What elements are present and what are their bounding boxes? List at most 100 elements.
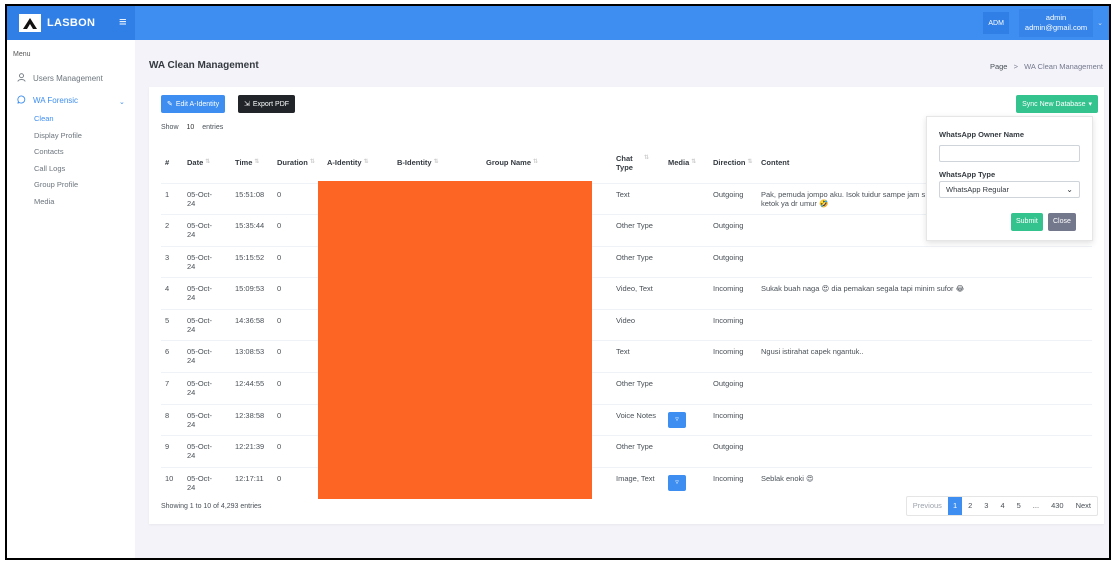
- chevron-down-icon[interactable]: ⌄: [1097, 19, 1103, 27]
- cell-duration: 0: [273, 466, 323, 499]
- header-label: Duration: [277, 158, 308, 168]
- breadcrumb-current: WA Clean Management: [1024, 62, 1103, 71]
- cell-time: 15:15:52: [231, 245, 273, 278]
- cell-duration: 0: [273, 372, 323, 405]
- cell-date: 05-Oct-24: [183, 277, 231, 310]
- export-icon: ⇲: [244, 101, 250, 108]
- sidebar-subitem-clean[interactable]: Clean: [34, 114, 54, 123]
- column-header-date[interactable]: Date ⇅: [183, 143, 231, 183]
- pagination: Previous 1 2 3 4 5 ... 430 Next: [905, 496, 1098, 516]
- sidebar-item-users-management[interactable]: Users Management: [17, 73, 103, 84]
- column-header-b-identity[interactable]: B-Identity ⇅: [393, 143, 482, 183]
- date-value: 05-Oct-24: [187, 473, 213, 492]
- header-label: Direction: [713, 158, 746, 168]
- sidebar-item-wa-forensic[interactable]: WA Forensic: [17, 95, 78, 106]
- cell-number: 9: [161, 435, 183, 468]
- chevron-down-icon[interactable]: ⌄: [119, 98, 125, 106]
- cell-direction: Outgoing: [709, 214, 757, 247]
- entries-show-label: Show: [161, 124, 179, 131]
- menu-toggle-icon[interactable]: ≡: [119, 15, 127, 28]
- cell-content: Sukak buah naga 😍 dia pemakan segala tap…: [757, 277, 1092, 310]
- pagination-page-430[interactable]: 430: [1045, 497, 1070, 515]
- header-label: Media: [668, 158, 690, 168]
- export-pdf-button[interactable]: ⇲ Export PDF: [238, 95, 296, 113]
- cell-duration: 0: [273, 308, 323, 341]
- sort-icon: ⇅: [363, 159, 369, 166]
- cell-media: [664, 182, 709, 215]
- pagination-page-1[interactable]: 1: [947, 497, 963, 515]
- whatsapp-type-select[interactable]: WhatsApp Regular ⌄: [939, 181, 1080, 198]
- table-row[interactable]: 6 05-Oct-24 13:08:53 0 Text Incoming Ngu…: [161, 340, 1092, 373]
- sync-new-database-button[interactable]: Sync New Database ▾: [1016, 95, 1098, 113]
- pagination-page-5[interactable]: 5: [1011, 497, 1027, 515]
- user-badge[interactable]: ADM: [983, 12, 1009, 34]
- cell-direction: Incoming: [709, 340, 757, 373]
- owner-name-input[interactable]: [939, 145, 1080, 162]
- table-row[interactable]: 9 05-Oct-24 12:21:39 0 Other Type Outgoi…: [161, 435, 1092, 468]
- header-label: Time: [235, 158, 253, 168]
- media-dropdown-button[interactable]: ▿: [668, 411, 686, 428]
- edit-a-identity-button[interactable]: ✎ Edit A-Identity: [161, 95, 226, 113]
- cell-media: [664, 245, 709, 278]
- edit-icon: ✎: [167, 101, 173, 108]
- table-row[interactable]: 8 05-Oct-24 12:38:58 0 Voice Notes ▿ Inc…: [161, 403, 1092, 436]
- cell-media: ▿: [664, 403, 709, 436]
- column-header-number[interactable]: #: [161, 143, 183, 183]
- user-menu[interactable]: admin admin@gmail.com: [1018, 9, 1094, 37]
- entries-length-control: Show 10 entries: [161, 124, 223, 131]
- submit-button[interactable]: Submit: [1011, 213, 1043, 231]
- entries-select[interactable]: 10: [186, 124, 194, 131]
- column-header-media[interactable]: Media ⇅: [664, 143, 709, 183]
- date-value: 05-Oct-24: [187, 442, 213, 461]
- cell-number: 7: [161, 372, 183, 405]
- pagination-page-2[interactable]: 2: [962, 497, 978, 515]
- close-button[interactable]: Close: [1048, 213, 1076, 231]
- media-dropdown-button[interactable]: ▿: [668, 474, 686, 491]
- header-label: Content: [761, 158, 790, 168]
- cell-direction: Outgoing: [709, 372, 757, 405]
- sort-icon: ⇅: [205, 159, 211, 166]
- pagination-page-4[interactable]: 4: [994, 497, 1010, 515]
- cell-time: 12:38:58: [231, 403, 273, 436]
- table-row[interactable]: 5 05-Oct-24 14:36:58 0 Video Incoming: [161, 308, 1092, 341]
- column-header-duration[interactable]: Duration ⇅: [273, 143, 323, 183]
- pagination-previous[interactable]: Previous: [907, 497, 948, 515]
- date-value: 05-Oct-24: [187, 252, 213, 271]
- pagination-next[interactable]: Next: [1070, 497, 1097, 515]
- cell-time: 15:35:44: [231, 214, 273, 247]
- sidebar-subitem-media[interactable]: Media: [34, 197, 54, 206]
- sidebar-subitem-call-logs[interactable]: Call Logs: [34, 164, 65, 173]
- user-area: ADM admin admin@gmail.com ⌄: [983, 6, 1109, 40]
- cell-content: [757, 435, 1092, 468]
- sort-icon: ⇅: [691, 159, 697, 166]
- column-header-direction[interactable]: Direction ⇅: [709, 143, 757, 183]
- cell-time: 15:09:53: [231, 277, 273, 310]
- cell-media: [664, 277, 709, 310]
- cell-duration: 0: [273, 245, 323, 278]
- column-header-group-name[interactable]: Group Name ⇅: [482, 143, 612, 183]
- table-row[interactable]: 3 05-Oct-24 15:15:52 0 Other Type Outgoi…: [161, 245, 1092, 278]
- table-row[interactable]: 4 05-Oct-24 15:09:53 0 Video, Text Incom…: [161, 277, 1092, 310]
- sidebar-subitem-display-profile[interactable]: Display Profile: [34, 131, 82, 140]
- sort-icon: ⇅: [644, 154, 650, 161]
- cell-chat-type: Text: [612, 340, 664, 373]
- column-header-time[interactable]: Time ⇅: [231, 143, 273, 183]
- date-value: 05-Oct-24: [187, 189, 213, 208]
- table-row[interactable]: 7 05-Oct-24 12:44:55 0 Other Type Outgoi…: [161, 372, 1092, 405]
- brand[interactable]: LASBON: [7, 6, 135, 40]
- sidebar-subitem-contacts[interactable]: Contacts: [34, 147, 64, 156]
- sidebar-subitem-group-profile[interactable]: Group Profile: [34, 180, 78, 189]
- cell-date: 05-Oct-24: [183, 182, 231, 215]
- column-header-a-identity[interactable]: A-Identity ⇅: [323, 143, 393, 183]
- cell-chat-type: Video: [612, 308, 664, 341]
- column-header-chat-type[interactable]: Chat Type ⇅: [612, 143, 664, 183]
- pagination-page-3[interactable]: 3: [978, 497, 994, 515]
- table-row[interactable]: 10 05-Oct-24 12:17:11 0 Image, Text ▿ In…: [161, 466, 1092, 499]
- cell-time: 12:21:39: [231, 435, 273, 468]
- cell-number: 2: [161, 214, 183, 247]
- whatsapp-type-label: WhatsApp Type: [939, 170, 996, 179]
- cell-content: [757, 372, 1092, 405]
- sync-database-dropdown: WhatsApp Owner Name WhatsApp Type WhatsA…: [926, 116, 1093, 241]
- breadcrumb-root[interactable]: Page: [990, 62, 1008, 71]
- cell-duration: 0: [273, 403, 323, 436]
